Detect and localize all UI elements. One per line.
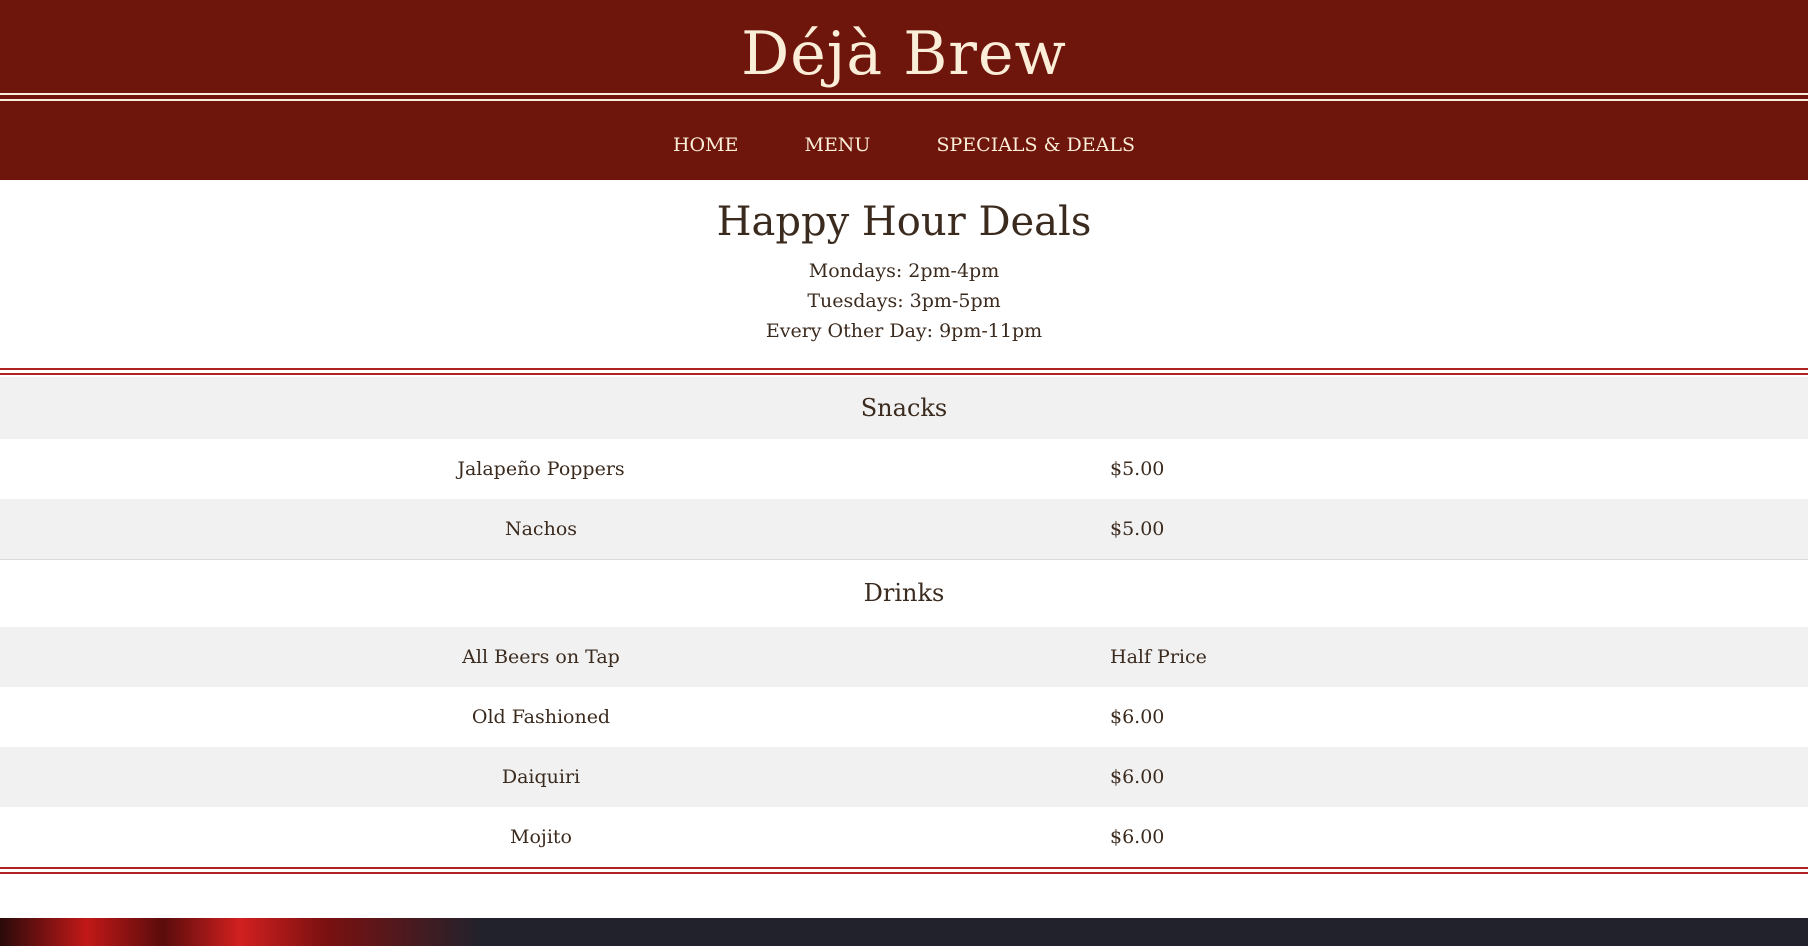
section-header-snacks: Snacks: [0, 377, 1808, 439]
item-price: $6.00: [1110, 826, 1165, 848]
item-name: Jalapeño Poppers: [457, 458, 625, 480]
page-title: Happy Hour Deals: [716, 199, 1092, 245]
site-header: Déjà Brew HOME MENU SPECIALS & DEALS: [0, 0, 1808, 180]
table-row: Mojito $6.00: [0, 807, 1808, 867]
schedule-line-tuesdays: Tuesdays: 3pm-5pm: [807, 290, 1001, 312]
schedule-line-mondays: Mondays: 2pm-4pm: [808, 260, 1000, 282]
nav-specials-link[interactable]: SPECIALS & DEALS: [937, 125, 1136, 165]
table-row: Nachos $5.00: [0, 499, 1808, 559]
item-name: Daiquiri: [501, 766, 581, 788]
main-nav: HOME MENU SPECIALS & DEALS: [0, 125, 1808, 165]
item-price: Half Price: [1110, 646, 1207, 668]
table-row: Old Fashioned $6.00: [0, 687, 1808, 747]
nav-menu-link[interactable]: MENU: [804, 125, 870, 165]
menu-bottom-rule-1: [0, 867, 1808, 869]
section-title: Snacks: [860, 394, 948, 422]
section-title: Drinks: [863, 579, 945, 607]
table-row: All Beers on Tap Half Price: [0, 627, 1808, 687]
item-name: Nachos: [504, 518, 578, 540]
menu-top-rule-1: [0, 368, 1808, 370]
item-name: All Beers on Tap: [462, 646, 620, 668]
item-price: $6.00: [1110, 706, 1165, 728]
footer-image-splash: [0, 918, 480, 946]
menu-bottom-rule-2: [0, 872, 1808, 874]
header-rule-bottom: [0, 99, 1808, 101]
schedule-line-other-days: Every Other Day: 9pm-11pm: [765, 320, 1043, 342]
menu-top-rule-2: [0, 373, 1808, 375]
brand-logo-text[interactable]: Déjà Brew: [0, 14, 1808, 94]
item-price: $6.00: [1110, 766, 1165, 788]
item-name: Mojito: [510, 826, 572, 848]
section-header-drinks: Drinks: [0, 560, 1808, 627]
table-row: Jalapeño Poppers $5.00: [0, 439, 1808, 499]
happy-hour-schedule: Mondays: 2pm-4pm Tuesdays: 3pm-5pm Every…: [0, 256, 1808, 346]
nav-home-link[interactable]: HOME: [673, 125, 738, 165]
footer-hero-image: [0, 918, 1808, 946]
header-rule-top: [0, 93, 1808, 95]
item-price: $5.00: [1110, 458, 1165, 480]
table-row: Daiquiri $6.00: [0, 747, 1808, 807]
item-name: Old Fashioned: [471, 706, 611, 728]
item-price: $5.00: [1110, 518, 1165, 540]
